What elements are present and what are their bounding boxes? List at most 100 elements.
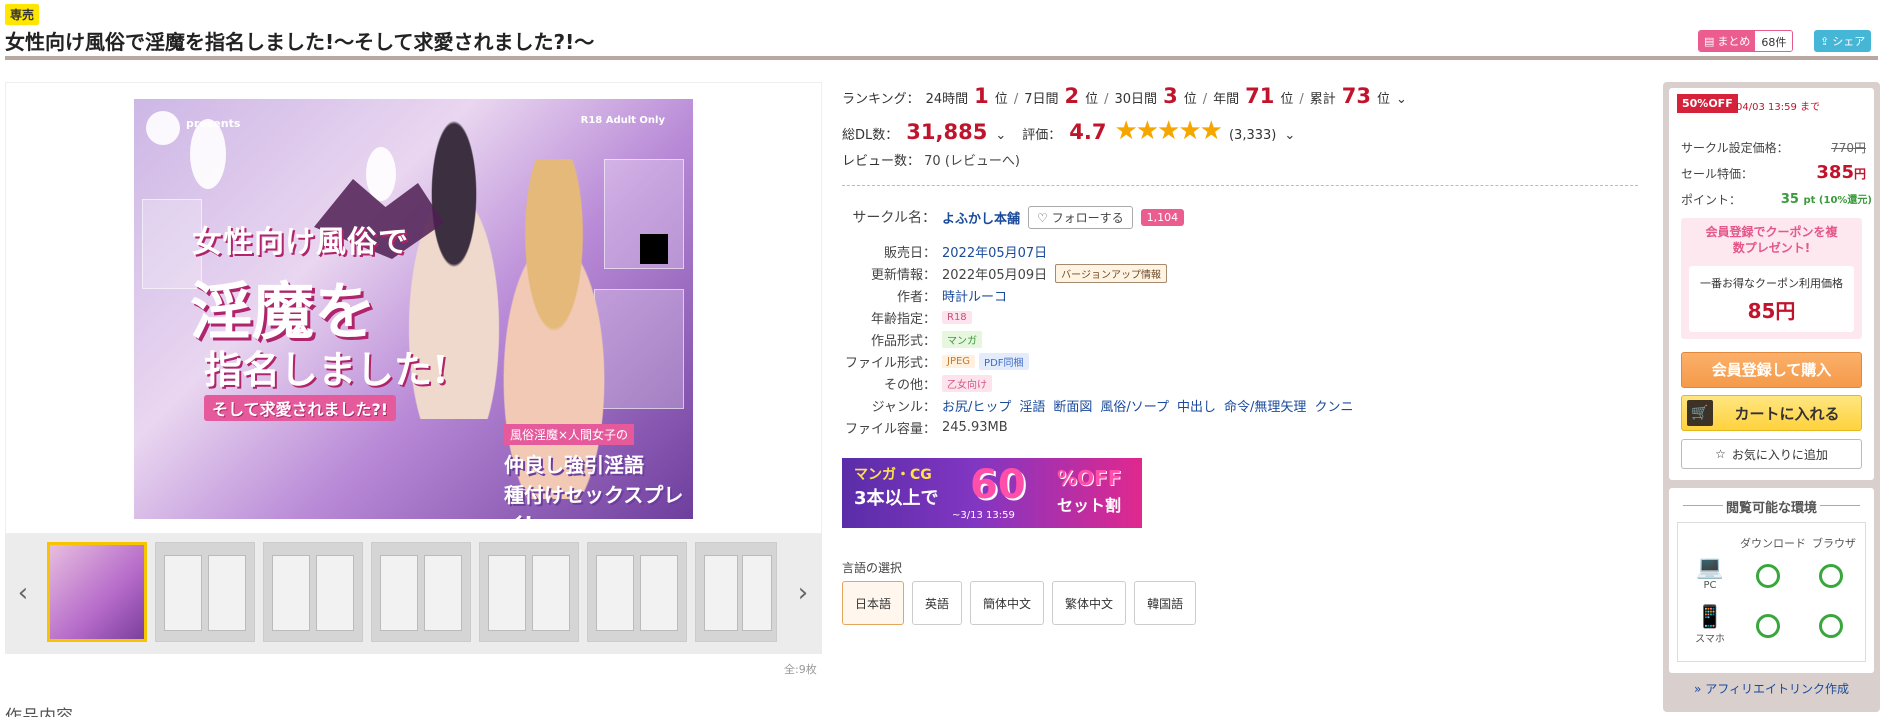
language-option-zh-hans[interactable]: 簡体中文 — [970, 581, 1045, 625]
add-favorite-button[interactable]: ☆ お気に入りに追加 — [1681, 439, 1862, 469]
thumbnail[interactable] — [695, 542, 777, 642]
info-key: 更新情報： — [870, 267, 936, 283]
ranking-unit: 位 — [1377, 92, 1391, 107]
list-price: 770円 — [1831, 141, 1866, 155]
affiliate-link[interactable]: » アフィリエイトリンク作成 — [1669, 680, 1874, 697]
chevron-down-icon[interactable]: ⌄ — [1396, 92, 1407, 107]
review-link[interactable]: 70 (レビューへ) — [924, 154, 1020, 169]
check-circle-icon — [1819, 614, 1843, 638]
rating-value: 4.7 — [1069, 120, 1107, 144]
cart-icon: 🛒 — [1687, 400, 1713, 426]
heart-icon: ♡ — [1037, 210, 1048, 225]
product-cover-image[interactable]: presents R18 Adult Only 女性向け風俗で 淫魔を 指名しま… — [134, 99, 693, 519]
star-outline-icon: ☆ — [1715, 447, 1726, 461]
info-key: 作品形式： — [870, 333, 936, 349]
dashed-divider — [842, 185, 1638, 186]
thumbnail[interactable] — [371, 542, 471, 642]
genre-link[interactable]: お尻/ヒップ — [942, 396, 1011, 415]
language-option-zh-hant[interactable]: 繁体中文 — [1052, 581, 1127, 625]
matome-button[interactable]: ▤ まとめ 68件 — [1698, 30, 1794, 52]
cart-label: カートに入れる — [1734, 404, 1840, 423]
release-date-link[interactable]: 2022年05月07日 — [942, 242, 1047, 261]
author-link[interactable]: 時計ルーコ — [942, 286, 1007, 305]
banner-set: セット割 — [1057, 496, 1122, 515]
genre-link[interactable]: 風俗/ソープ — [1100, 396, 1169, 415]
matome-label: まとめ — [1717, 35, 1751, 48]
ranking-period: 年間 — [1213, 92, 1240, 107]
register-buy-button[interactable]: 会員登録して購入 — [1681, 352, 1862, 388]
info-key: 作者： — [896, 289, 936, 305]
sale-price: 385 — [1816, 162, 1854, 183]
language-option-en[interactable]: 英語 — [912, 581, 963, 625]
thumbnail[interactable] — [47, 542, 147, 642]
genre-link[interactable]: 淫語 — [1019, 396, 1045, 415]
other-chip[interactable]: 乙女向け — [942, 374, 992, 392]
prev-arrow-icon[interactable]: ‹ — [11, 578, 35, 608]
info-key: ファイル形式： — [844, 355, 936, 371]
speech-bubble — [190, 119, 226, 189]
genre-link[interactable]: 断面図 — [1053, 396, 1092, 415]
genre-link[interactable]: 中出し — [1177, 396, 1216, 415]
point-row: ポイント： 35 pt (10%還元) — [1681, 191, 1872, 208]
ranking-label: ランキング： — [842, 92, 920, 107]
product-image-panel: presents R18 Adult Only 女性向け風俗で 淫魔を 指名しま… — [5, 82, 822, 534]
cover-title-line1: 女性向け風俗で — [192, 225, 409, 260]
rating-label: 評価： — [1022, 128, 1062, 143]
genre-link[interactable]: クンニ — [1314, 396, 1353, 415]
thumbnail-count: 全:9枚 — [784, 663, 817, 676]
cover-tag3: 種付けセックスプレイ! — [504, 483, 684, 519]
ranking-row: ランキング： 24時間 1 位 / 7日間 2 位 / 30日間 3 位 / 年… — [842, 84, 1407, 108]
coupon-price: 85円 — [1747, 299, 1796, 323]
genre-link[interactable]: 命令/無理矢理 — [1224, 396, 1306, 415]
sale-unit: 円 — [1853, 167, 1866, 181]
ranking-period: 24時間 — [925, 92, 969, 107]
cover-r18: R18 Adult Only — [580, 115, 665, 126]
ranking-period: 7日間 — [1024, 92, 1059, 107]
chevron-down-icon[interactable]: ⌄ — [995, 128, 1006, 143]
list-price-row: サークル設定価格： 770円 — [1681, 139, 1866, 156]
file-chip-pdf[interactable]: PDF同梱 — [979, 352, 1029, 370]
thumbnail[interactable] — [479, 542, 579, 642]
info-key: その他： — [883, 377, 936, 393]
language-label: 言語の選択 — [842, 561, 903, 575]
check-circle-icon — [1756, 564, 1780, 588]
sale-price-label: セール特価： — [1681, 167, 1754, 181]
follow-count: 1,104 — [1140, 208, 1185, 226]
point-label: ポイント： — [1681, 193, 1742, 207]
coupon-caption: 一番お得なクーポン利用価格 — [1700, 277, 1843, 290]
format-chip[interactable]: マンガ — [942, 330, 982, 348]
info-key: ジャンル： — [871, 399, 936, 415]
circle-logo — [146, 111, 180, 145]
next-arrow-icon[interactable]: › — [791, 578, 815, 608]
file-chip-jpeg[interactable]: JPEG — [942, 354, 976, 368]
env-header-browser: ブラウザ — [1812, 537, 1856, 550]
campaign-banner[interactable]: マンガ・CG 3本以上で 60 %OFF セット割 ~3/13 13:59 — [842, 458, 1142, 528]
circle-name-link[interactable]: よふかし本舗 — [942, 208, 1020, 227]
version-info-button[interactable]: バージョンアップ情報 — [1055, 263, 1167, 283]
favorite-label: お気に入りに追加 — [1731, 447, 1828, 462]
smartphone-icon: 📱 — [1696, 605, 1724, 630]
env-device-phone: 📱 スマホ — [1692, 605, 1728, 646]
coupon-price-box: 一番お得なクーポン利用価格 85円 — [1689, 266, 1854, 332]
language-option-ko[interactable]: 韓国語 — [1134, 581, 1197, 625]
check-circle-icon — [1819, 564, 1843, 588]
ranking-unit: 位 — [1183, 92, 1197, 107]
thumbnail-strip: ‹ › — [5, 534, 822, 654]
share-button[interactable]: ⇪ シェア — [1814, 30, 1872, 52]
coupon-box[interactable]: 会員登録でクーポンを複数プレゼント! 一番お得なクーポン利用価格 85円 — [1681, 218, 1862, 339]
list-price-label: サークル設定価格： — [1681, 141, 1789, 155]
age-chip[interactable]: R18 — [942, 310, 972, 324]
language-option-ja[interactable]: 日本語 — [842, 581, 905, 625]
stats-row: 総DL数： 31,885 ⌄ 評価： 4.7 ★★★★★ (3,333) ⌄ — [842, 116, 1295, 146]
ranking-unit: 位 — [1085, 92, 1099, 107]
add-to-cart-button[interactable]: 🛒 カートに入れる — [1681, 395, 1862, 431]
chevron-down-icon[interactable]: ⌄ — [1284, 128, 1295, 143]
point-unit: pt (10%還元) — [1803, 195, 1873, 206]
ranking-value: 71 — [1245, 84, 1275, 108]
page-title: 女性向け風俗で淫魔を指名しました!～そして求愛されました?!～ — [5, 30, 595, 54]
follow-button[interactable]: ♡ フォローする — [1028, 205, 1133, 229]
thumbnail[interactable] — [155, 542, 255, 642]
thumbnail[interactable] — [587, 542, 687, 642]
follow-label: フォローする — [1051, 210, 1124, 225]
thumbnail[interactable] — [263, 542, 363, 642]
